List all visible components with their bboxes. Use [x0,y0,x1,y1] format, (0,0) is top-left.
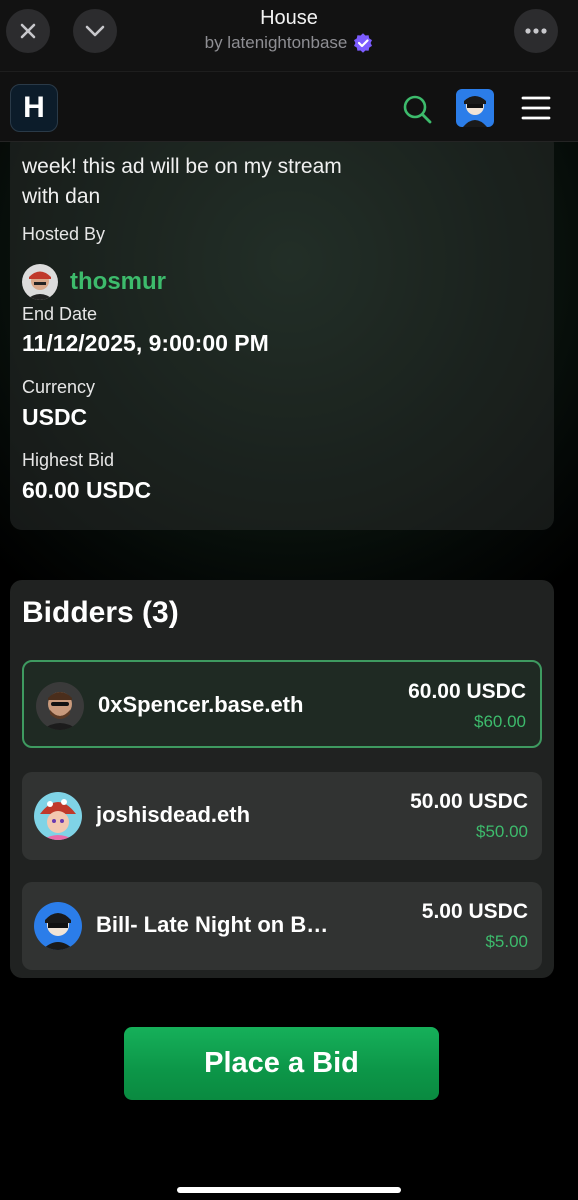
home-indicator [177,1187,401,1193]
highest-bid-value: 60.00 USDC [22,477,152,503]
bidder-avatar [34,902,82,950]
miniapp-author: by latenightonbase [204,33,348,52]
end-date-label: End Date [22,304,98,324]
bid-amount: 60.00 USDC [408,680,526,703]
verified-icon [354,33,373,53]
highest-bid-label: Highest Bid [22,450,115,470]
bidders-card: Bidders (3) 0xSpencer.base.eth 60.00 USD… [10,580,554,978]
menu-icon[interactable] [521,94,551,122]
bid-usd-value: $5.00 [485,932,528,951]
miniapp-title: House [260,7,318,29]
bid-amount: 5.00 USDC [421,900,528,923]
bid-amount: 50.00 USDC [410,790,528,813]
search-icon[interactable] [400,92,434,126]
place-bid-button[interactable]: Place a Bid [124,1027,439,1100]
host-row[interactable]: thosmur [22,264,166,300]
bid-usd-value: $60.00 [474,712,526,731]
bidder-row[interactable]: Bill- Late Night on Base 5.00 USDC $5.00 [22,882,542,970]
bidder-name: 0xSpencer.base.eth [98,692,304,717]
more-button[interactable] [514,9,558,53]
auction-detail-card: week! this ad will be on my stream with … [10,132,554,530]
miniapp-title-block: House by latenightonbase [0,6,578,56]
bid-usd-value: $50.00 [476,822,528,841]
currency-value: USDC [22,404,88,430]
bidders-title: Bidders (3) [22,596,179,629]
profile-avatar[interactable] [456,89,494,127]
end-date-value: 11/12/2025, 9:00:00 PM [22,330,269,356]
miniapp-subtitle-row: by latenightonbase [205,30,374,56]
hosted-by-label: Hosted By [22,224,106,244]
bidder-row[interactable]: joshisdead.eth 50.00 USDC $50.00 [22,772,542,860]
bidder-row[interactable]: 0xSpencer.base.eth 60.00 USDC $60.00 [22,660,542,748]
auction-content: week! this ad will be on my stream with … [0,132,578,1200]
bidder-avatar [34,792,82,840]
host-avatar [22,264,58,300]
currency-label: Currency [22,377,96,397]
bidder-name: joshisdead.eth [96,802,251,827]
auction-description: week! this ad will be on my stream with … [22,155,342,208]
more-icon [525,28,547,34]
app-logo[interactable]: H [10,84,58,132]
bidder-name: Bill- Late Night on Base [96,912,336,937]
host-name[interactable]: thosmur [70,268,166,296]
miniapp-topbar: House by latenightonbase [0,0,578,72]
bidder-avatar [36,682,84,730]
